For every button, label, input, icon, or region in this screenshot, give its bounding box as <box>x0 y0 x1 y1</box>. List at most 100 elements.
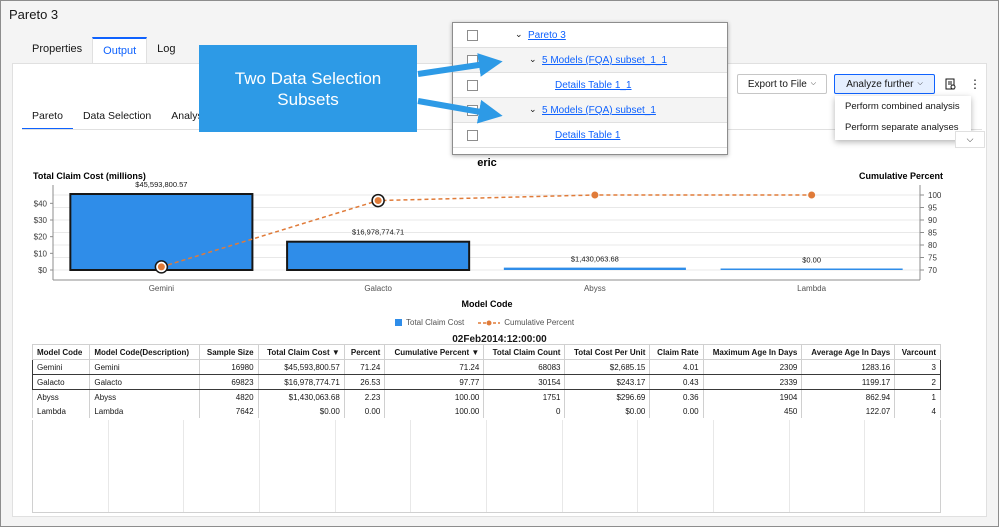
table-cell: 1751 <box>483 389 566 404</box>
column-divider <box>183 420 185 512</box>
column-divider <box>485 420 487 512</box>
x-tick-label: Abyss <box>584 284 606 293</box>
table-cell: $243.17 <box>564 374 651 390</box>
table-cell: 30154 <box>483 374 566 390</box>
selection-tree-panel: ⌄ Pareto 3 ⌄ 5 Models (FQA) subset_1_1 D… <box>452 22 728 155</box>
table-cell: 71.24 <box>384 359 485 375</box>
column-divider <box>788 420 790 512</box>
y-tick-label: $30 <box>34 216 48 225</box>
table-cell: $0.00 <box>257 404 345 418</box>
table-empty-area <box>32 420 941 513</box>
y2-tick-label: 80 <box>928 241 937 250</box>
bar-value-label: $1,430,063.68 <box>571 255 619 264</box>
y2-axis-title: Cumulative Percent <box>859 171 943 181</box>
legend-item-cumulative: Cumulative Percent <box>478 318 574 327</box>
column-header[interactable]: Model Code(Description) <box>89 344 200 360</box>
column-header[interactable]: Sample Size <box>198 344 259 360</box>
legend-item-claim-cost: Total Claim Cost <box>395 318 464 327</box>
table-cell: 0.36 <box>649 389 704 404</box>
column-divider <box>561 420 563 512</box>
table-cell: 122.07 <box>801 404 896 418</box>
column-divider <box>864 420 866 512</box>
bar-gemini <box>69 193 254 271</box>
column-header[interactable]: Total Claim Count <box>483 344 566 360</box>
column-header[interactable]: Average Age In Days <box>801 344 896 360</box>
table-cell: 4 <box>894 404 941 418</box>
table-row[interactable]: Gemini Gemini 16980 $45,593,800.57 71.24 71.2… <box>31 359 941 375</box>
table-cell: Abyss <box>89 389 200 404</box>
chevron-down-icon[interactable]: ⌄ <box>515 29 523 40</box>
tree-link-details-table-1[interactable]: Details Table 1 <box>555 130 620 141</box>
table-cell: 68083 <box>483 359 566 375</box>
bar-value-label: $16,978,774.71 <box>352 228 404 237</box>
table-cell: 2309 <box>702 359 803 375</box>
column-header[interactable]: Model Code <box>31 344 91 360</box>
tree-row: ⌄ Pareto 3 <box>453 23 727 48</box>
table-cell: 16980 <box>198 359 259 375</box>
column-header[interactable]: Total Claim Cost ▼ <box>257 344 345 360</box>
details-table: Model Code Model Code(Description) Sample … <box>31 344 941 418</box>
column-header[interactable]: Total Cost Per Unit <box>564 344 651 360</box>
table-row[interactable]: Abyss Abyss 4820 $1,430,063.68 2.23 100.00 175… <box>31 389 941 404</box>
tree-link-subset-1-1[interactable]: 5 Models (FQA) subset_1_1 <box>542 55 667 66</box>
table-cell: 0.00 <box>343 404 386 418</box>
row-checkbox[interactable] <box>467 55 478 66</box>
table-cell: Galacto <box>89 374 200 390</box>
chevron-down-icon[interactable]: ⌄ <box>529 104 537 115</box>
table-cell: $2,685.15 <box>564 359 651 375</box>
table-cell: 71.24 <box>343 359 386 375</box>
chevron-down-icon[interactable]: ⌄ <box>529 54 537 65</box>
table-cell: Lambda <box>31 404 91 418</box>
tree-link-subset-1[interactable]: 5 Models (FQA) subset_1 <box>542 105 656 116</box>
y-tick-label: $20 <box>34 233 48 242</box>
table-cell: 3 <box>894 359 941 375</box>
y2-tick-label: 85 <box>928 229 937 238</box>
tree-row: ⌄ 5 Models (FQA) subset_1 <box>453 98 727 123</box>
column-divider <box>258 420 260 512</box>
table-cell: Gemini <box>31 359 91 375</box>
table-row[interactable]: Galacto Galacto 69823 $16,978,774.71 26.53 97… <box>31 374 941 390</box>
table-cell: 0.43 <box>649 374 704 390</box>
x-tick-label: Galacto <box>364 284 392 293</box>
x-tick-label: Lambda <box>797 284 826 293</box>
y2-tick-label: 75 <box>928 254 937 263</box>
column-header[interactable]: Maximum Age In Days <box>702 344 803 360</box>
tree-link-pareto[interactable]: Pareto 3 <box>528 30 566 41</box>
table-cell: 1 <box>894 389 941 404</box>
column-header[interactable]: Varcount <box>894 344 941 360</box>
row-checkbox[interactable] <box>467 80 478 91</box>
cumulative-point <box>591 191 599 199</box>
table-row[interactable]: Lambda Lambda 7642 $0.00 0.00 100.00 0 $0.00 0.0… <box>31 404 941 418</box>
table-cell: 26.53 <box>343 374 386 390</box>
y2-tick-label: 90 <box>928 216 937 225</box>
chart-title: eric <box>477 157 497 169</box>
table-cell: $1,430,063.68 <box>257 389 345 404</box>
table-cell: Lambda <box>89 404 200 418</box>
bar-abyss <box>503 267 686 270</box>
cumulative-point <box>374 197 382 205</box>
tree-link-details-table-1-1[interactable]: Details Table 1_1 <box>555 80 632 91</box>
table-cell: 0 <box>483 404 566 418</box>
y-tick-label: $10 <box>34 249 48 258</box>
table-cell: 2 <box>894 374 941 390</box>
table-cell: 100.00 <box>384 389 485 404</box>
column-header[interactable]: Cumulative Percent ▼ <box>384 344 485 360</box>
y2-tick-label: 95 <box>928 204 937 213</box>
table-cell: 69823 <box>198 374 259 390</box>
cumulative-point <box>157 263 165 271</box>
cumulative-point <box>808 191 816 199</box>
y2-tick-label: 70 <box>928 266 937 275</box>
column-divider <box>637 420 639 512</box>
y-tick-label: $40 <box>34 199 48 208</box>
row-checkbox[interactable] <box>467 30 478 41</box>
row-checkbox[interactable] <box>467 130 478 141</box>
table-cell: $0.00 <box>564 404 651 418</box>
column-header[interactable]: Percent <box>343 344 386 360</box>
column-header[interactable]: Claim Rate <box>649 344 704 360</box>
column-divider <box>107 420 109 512</box>
table-cell: Galacto <box>31 374 91 390</box>
table-cell: $45,593,800.57 <box>257 359 345 375</box>
column-divider <box>712 420 714 512</box>
table-cell: 862.94 <box>801 389 896 404</box>
row-checkbox[interactable] <box>467 105 478 116</box>
